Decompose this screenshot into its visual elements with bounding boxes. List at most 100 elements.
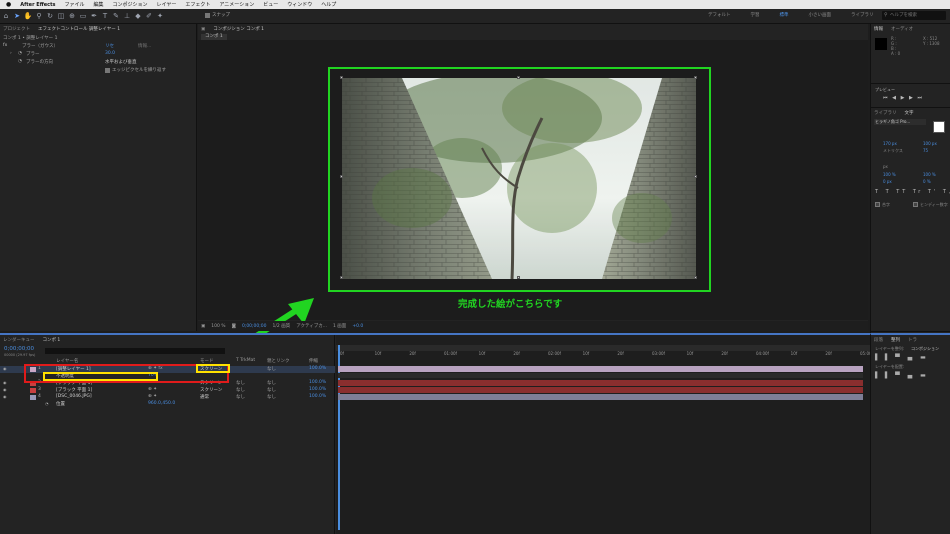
- eye-icon[interactable]: ◉: [3, 380, 7, 385]
- baseline-shift-value[interactable]: 0 px: [883, 179, 892, 184]
- ligature-checkbox[interactable]: [875, 202, 880, 207]
- layer-search-input[interactable]: [45, 348, 225, 354]
- effect-name[interactable]: ブラー（ガウス）: [22, 43, 58, 49]
- snap-checkbox[interactable]: [205, 12, 210, 18]
- chevron-right-icon[interactable]: ›: [10, 51, 12, 56]
- horizontal-scale-value[interactable]: 100 %: [923, 172, 936, 177]
- tab-composition[interactable]: コンポジション コンポ 1: [213, 26, 264, 32]
- snapshot-icon[interactable]: ◙: [232, 324, 236, 329]
- composition-image[interactable]: [342, 78, 696, 279]
- apple-icon[interactable]: ●: [6, 1, 11, 8]
- help-search-input[interactable]: ⚲ ヘルプを検索: [882, 11, 946, 20]
- transform-handle[interactable]: [517, 76, 520, 79]
- trkmat-dropdown[interactable]: なし: [236, 394, 245, 400]
- tab-align[interactable]: 整列: [891, 337, 900, 343]
- position-value[interactable]: 960.0,450.0: [148, 401, 175, 406]
- selection-tool-icon[interactable]: ➤: [12, 11, 22, 21]
- transform-handle[interactable]: [340, 76, 343, 79]
- tab-paragraph[interactable]: 段落: [874, 337, 883, 343]
- tsume-value[interactable]: 0 %: [923, 179, 931, 184]
- menu-help[interactable]: ヘルプ: [321, 1, 336, 8]
- text-style-buttons[interactable]: T T TT Tr T' T,: [875, 189, 950, 195]
- layer-property-row[interactable]: ◔ 位置 960.0,450.0: [0, 401, 335, 408]
- layer-bar[interactable]: [338, 387, 863, 393]
- tab-libraries[interactable]: ライブラリ: [874, 110, 897, 116]
- tracking-value[interactable]: 75: [923, 148, 928, 153]
- clone-stamp-icon[interactable]: ⊥: [122, 11, 132, 21]
- workspace-default[interactable]: デフォルト: [698, 12, 741, 18]
- transform-handle[interactable]: [340, 276, 343, 279]
- about-link[interactable]: 情報...: [138, 43, 151, 49]
- trkmat-dropdown[interactable]: なし: [236, 387, 245, 393]
- leading-value[interactable]: 100 px: [923, 141, 937, 146]
- last-frame-icon[interactable]: ⏭: [917, 95, 922, 101]
- transform-handle[interactable]: [694, 76, 697, 79]
- pan-behind-icon[interactable]: ⊕: [67, 11, 77, 21]
- parent-dropdown[interactable]: なし: [267, 380, 276, 386]
- tab-character[interactable]: 文字: [905, 110, 914, 116]
- menu-view[interactable]: ビュー: [263, 1, 278, 8]
- view-layout-dropdown[interactable]: 1 画面: [333, 323, 346, 329]
- zoom-level[interactable]: 100 %: [211, 324, 225, 329]
- tab-info[interactable]: 情報: [874, 26, 883, 32]
- switches-icon[interactable]: ⊕ ✦: [148, 394, 157, 399]
- timeline-tracks[interactable]: 0f 10f 20f 01:00f 10f 20f 02:00f 10f 20f 03:00f 10…: [336, 335, 873, 534]
- tab-project[interactable]: プロジェクト: [3, 26, 30, 32]
- menu-file[interactable]: ファイル: [64, 1, 84, 8]
- quality-dropdown[interactable]: 1/2 画質: [273, 323, 291, 329]
- align-buttons[interactable]: ▌▐ ▀ ▄ ▬: [875, 354, 929, 361]
- fx-label[interactable]: fx: [3, 43, 7, 48]
- prev-frame-icon[interactable]: ◀: [892, 95, 896, 101]
- workspace-standard[interactable]: 標準: [770, 12, 799, 18]
- stretch-value[interactable]: 100.0%: [309, 380, 326, 385]
- type-tool-icon[interactable]: T: [100, 11, 110, 21]
- app-menu[interactable]: After Effects: [20, 2, 55, 8]
- transform-handle[interactable]: [517, 276, 520, 279]
- fill-color-swatch[interactable]: [933, 121, 945, 133]
- vertical-scale-value[interactable]: 100 %: [883, 172, 896, 177]
- next-frame-icon[interactable]: ▶: [909, 95, 913, 101]
- preview-tab[interactable]: プレビュー: [875, 87, 895, 93]
- layer-name[interactable]: [ブラック 平面 1]: [56, 387, 92, 393]
- stopwatch-icon[interactable]: ◔: [45, 401, 49, 406]
- pen-tool-icon[interactable]: ✒: [89, 11, 99, 21]
- stretch-value[interactable]: 100.0%: [309, 394, 326, 399]
- menu-composition[interactable]: コンポジション: [113, 1, 148, 8]
- tab-audio[interactable]: オーディオ: [891, 26, 913, 32]
- stroke-unit[interactable]: px: [883, 164, 888, 169]
- layer-bar[interactable]: [338, 380, 863, 386]
- rotate-tool-icon[interactable]: ↻: [45, 11, 55, 21]
- timeline-timecode[interactable]: 0;00;00;00: [4, 346, 34, 352]
- font-size-value[interactable]: 170 px: [883, 141, 897, 146]
- kerning-value[interactable]: メトリクス: [883, 148, 903, 154]
- home-icon[interactable]: ⌂: [1, 11, 11, 21]
- zoom-tool-icon[interactable]: ⚲: [34, 11, 44, 21]
- label-color[interactable]: [30, 388, 36, 393]
- camera-dropdown[interactable]: アクティブカ...: [296, 323, 327, 329]
- parent-dropdown[interactable]: なし: [267, 387, 276, 393]
- brush-tool-icon[interactable]: ✎: [111, 11, 121, 21]
- trkmat-dropdown[interactable]: なし: [236, 380, 245, 386]
- workspace-libraries[interactable]: ライブラリ: [841, 12, 884, 18]
- mode-dropdown[interactable]: スクリーン: [200, 387, 222, 393]
- stopwatch-icon[interactable]: ◔: [18, 51, 22, 56]
- align-to-dropdown[interactable]: コンポジション: [911, 346, 939, 352]
- menu-animation[interactable]: アニメーション: [219, 1, 254, 8]
- workspace-small-screen[interactable]: 小さい画面: [799, 12, 842, 18]
- region-icon[interactable]: ▣: [201, 324, 205, 329]
- hindi-digits-checkbox[interactable]: [913, 202, 918, 207]
- layer-bar[interactable]: [338, 394, 863, 400]
- menu-window[interactable]: ウィンドウ: [287, 1, 312, 8]
- tab-tracker[interactable]: トラ: [908, 337, 917, 343]
- parent-dropdown[interactable]: なし: [267, 366, 276, 372]
- transform-handle[interactable]: [340, 175, 343, 178]
- param-value-blur[interactable]: 30.0: [105, 51, 115, 56]
- direction-dropdown[interactable]: 水平および垂直: [105, 59, 137, 65]
- exposure-value[interactable]: +0.0: [352, 324, 363, 329]
- parent-dropdown[interactable]: なし: [267, 394, 276, 400]
- current-time[interactable]: 0;00;00;00: [242, 324, 267, 329]
- camera-tool-icon[interactable]: ◫: [56, 11, 66, 21]
- transform-handle[interactable]: [694, 175, 697, 178]
- hand-tool-icon[interactable]: ✋: [23, 11, 33, 21]
- snap-toggle[interactable]: スナップ: [205, 12, 230, 18]
